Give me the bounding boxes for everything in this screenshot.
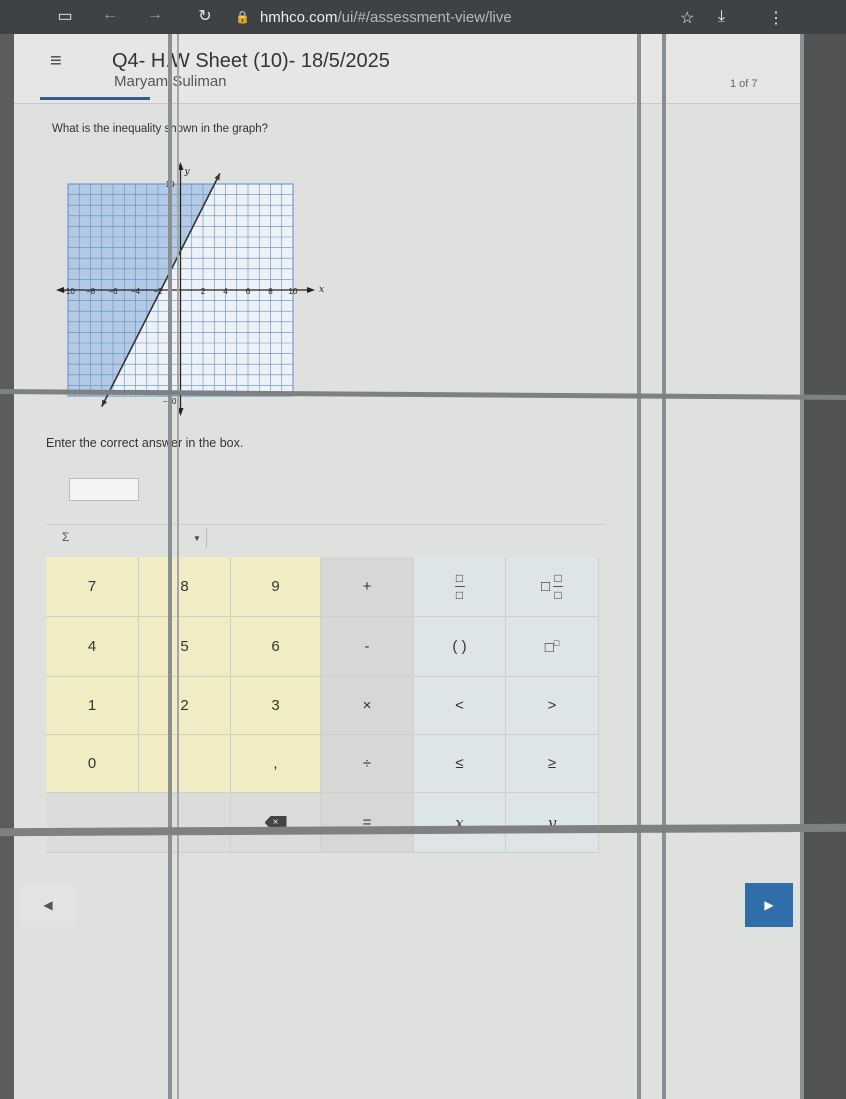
key-greater-equal[interactable]: ≥ <box>506 735 599 793</box>
x-tick-label: −2 <box>153 287 163 296</box>
tab-icon[interactable]: ▭ <box>45 6 85 26</box>
mixed-number-icon: □ □ □ <box>540 571 564 602</box>
triangle-left-icon: ◀ <box>43 898 53 912</box>
key-plus[interactable]: + <box>321 557 414 617</box>
key-equals[interactable]: = <box>321 793 414 853</box>
key-times[interactable]: × <box>321 677 414 735</box>
assessment-title: Q4- H.W Sheet (10)- 18/5/2025 <box>112 50 390 72</box>
reload-icon[interactable]: ↻ <box>185 6 225 26</box>
key-9[interactable]: 9 <box>231 557 321 617</box>
key-3[interactable]: 3 <box>231 677 321 735</box>
keypad-empty-cell <box>46 793 231 853</box>
sigma-icon[interactable]: Σ <box>62 530 69 544</box>
key-1[interactable]: 1 <box>46 677 139 735</box>
exponent-icon: □□ <box>544 637 560 656</box>
back-icon[interactable]: ← <box>90 6 130 24</box>
lock-icon: 🔒 <box>235 10 250 24</box>
key-7[interactable]: 7 <box>46 557 139 617</box>
x-axis-arrow <box>307 287 315 293</box>
previous-question-button[interactable]: ◀ <box>20 883 76 927</box>
answer-prompt: Enter the correct answer in the box. <box>46 436 244 450</box>
x-tick-label: 10 <box>289 287 298 296</box>
y-axis-label: y <box>184 167 191 177</box>
graph-svg: −10−8−6−4−224681010−10xy <box>56 162 324 416</box>
toolbar-divider <box>206 528 207 548</box>
math-toolbar <box>46 524 606 554</box>
active-tab-indicator <box>40 97 150 100</box>
key-8[interactable]: 8 <box>139 557 231 617</box>
key-6[interactable]: 6 <box>231 617 321 677</box>
download-icon[interactable]: ⤓ <box>718 8 725 26</box>
menu-icon[interactable]: ⋮ <box>768 8 784 28</box>
browser-toolbar: ▭ ← → ↻ 🔒 hmhco.com/ui/#/assessment-view… <box>0 0 846 34</box>
caret-down-icon[interactable]: ▼ <box>193 534 201 543</box>
inequality-graph: −10−8−6−4−224681010−10xy <box>50 160 330 420</box>
right-edge <box>804 34 846 1099</box>
left-edge <box>0 34 14 1099</box>
question-text: What is the inequality shown in the grap… <box>52 123 269 135</box>
x-axis-label: x <box>319 285 324 295</box>
question-counter: 1 of 7 <box>730 78 758 90</box>
key-blank <box>139 735 231 793</box>
key-less-than[interactable]: < <box>414 677 506 735</box>
url-host: hmhco.com <box>259 8 338 26</box>
triangle-right-icon: ▶ <box>764 898 774 912</box>
answer-input[interactable] <box>69 478 139 501</box>
key-parentheses[interactable]: ( ) <box>414 617 506 677</box>
key-5[interactable]: 5 <box>139 617 231 677</box>
key-2[interactable]: 2 <box>139 677 231 735</box>
key-y[interactable]: y <box>506 793 599 853</box>
overlay-line-v4 <box>662 34 666 1099</box>
key-minus[interactable]: - <box>321 617 414 677</box>
key-x[interactable]: x <box>414 793 506 853</box>
key-fraction[interactable]: □ □ <box>414 557 506 617</box>
hamburger-menu-icon[interactable]: ≡ <box>50 50 70 73</box>
x-tick-label: −8 <box>86 287 96 296</box>
x-tick-label: −6 <box>108 287 118 296</box>
star-icon[interactable]: ☆ <box>680 8 694 28</box>
fraction-icon: □ □ <box>454 571 465 602</box>
key-divide[interactable]: ÷ <box>321 735 414 793</box>
overlay-line-v2 <box>177 34 179 1099</box>
x-tick-label: 4 <box>223 287 228 296</box>
key-0[interactable]: 0 <box>46 735 139 793</box>
url-path: /ui/#/assessment-view/live <box>337 8 512 26</box>
url-bar[interactable]: 🔒 hmhco.com/ui/#/assessment-view/live <box>235 5 795 29</box>
x-tick-label: −4 <box>131 287 141 296</box>
x-tick-label: 8 <box>268 287 273 296</box>
key-exponent[interactable]: □□ <box>506 617 599 677</box>
overlay-line-v1 <box>168 34 172 1099</box>
overlay-line-v3 <box>637 34 641 1099</box>
next-question-button[interactable]: ▶ <box>745 883 793 927</box>
key-mixed-number[interactable]: □ □ □ <box>506 557 599 617</box>
x-tick-label: −10 <box>61 287 75 296</box>
x-tick-label: 6 <box>246 287 251 296</box>
x-tick-label: 2 <box>201 287 206 296</box>
math-keypad: 7 8 9 4 5 6 1 2 3 0 , × + - × ÷ = □ □ □ □ □… <box>46 557 599 853</box>
key-less-equal[interactable]: ≤ <box>414 735 506 793</box>
key-4[interactable]: 4 <box>46 617 139 677</box>
key-greater-than[interactable]: > <box>506 677 599 735</box>
key-comma[interactable]: , <box>231 735 321 793</box>
backspace-button[interactable]: × <box>231 793 321 853</box>
overlay-line-v5 <box>800 34 804 1099</box>
forward-icon[interactable]: → <box>135 6 175 24</box>
